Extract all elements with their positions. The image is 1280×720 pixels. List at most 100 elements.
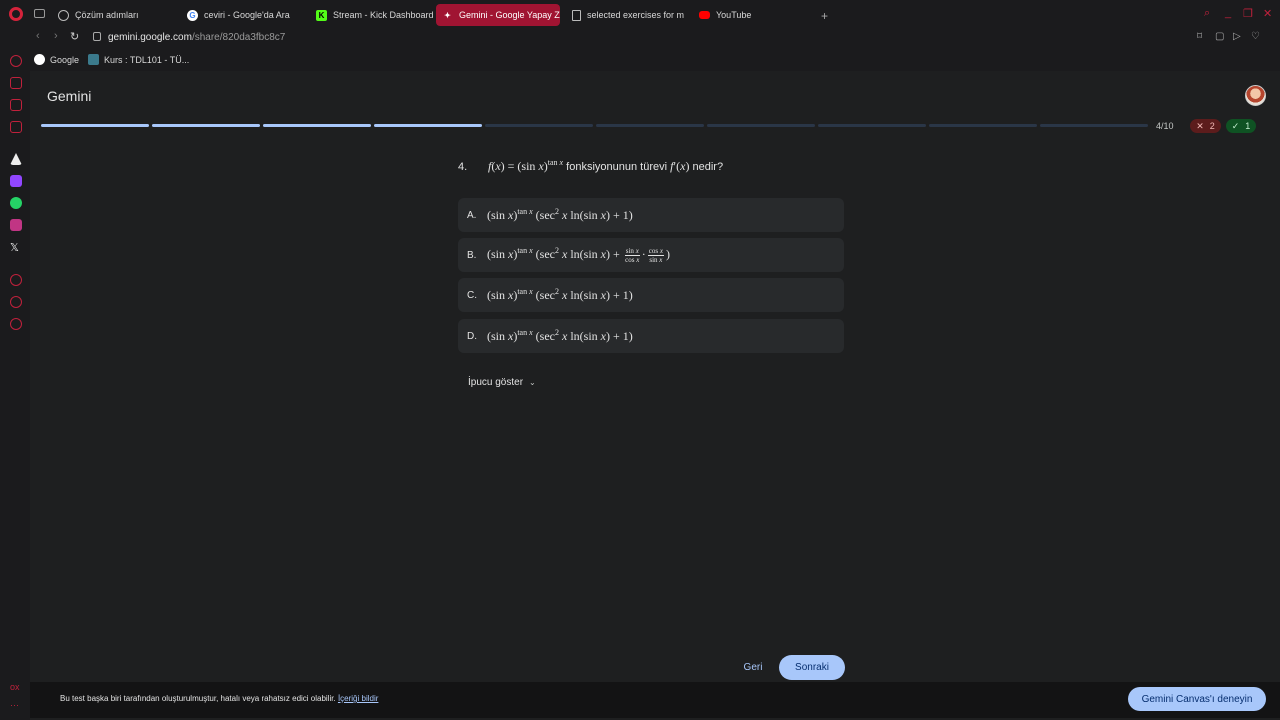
- tab-selected-exercises[interactable]: selected exercises for m: [566, 4, 686, 26]
- correct-answers-badge: ✓ 1: [1226, 119, 1256, 133]
- question-text: fonksiyonunun türevi: [566, 161, 668, 173]
- tab-label: YouTube: [716, 10, 752, 20]
- google-icon: G: [187, 9, 198, 21]
- option-letter: C.: [467, 289, 477, 301]
- question-formula: f(x) = (sin x)tan x: [488, 158, 564, 173]
- tab-gemini[interactable]: ✦ Gemini - Google Yapay Z: [436, 4, 560, 26]
- sidebar-status-text: ox: [10, 682, 20, 692]
- bookmark-google[interactable]: Google: [34, 54, 79, 65]
- progress-segment: [374, 124, 482, 127]
- shopping-icon[interactable]: [10, 77, 22, 89]
- workspaces-icon[interactable]: [34, 9, 45, 18]
- player-icon[interactable]: [10, 274, 22, 286]
- back-button[interactable]: Geri: [733, 656, 773, 678]
- tab-cozum-adimlari[interactable]: Çözüm adımları: [52, 4, 178, 26]
- sidebar-more-icon[interactable]: ···: [10, 700, 19, 710]
- bookmark-label: Google: [50, 54, 80, 65]
- progress-segment: [818, 124, 926, 127]
- search-icon[interactable]: ⌕: [1204, 7, 1210, 20]
- progress-segment: [929, 124, 1037, 127]
- option-letter: A.: [467, 209, 477, 221]
- aria-icon[interactable]: [10, 55, 22, 67]
- option-b[interactable]: B. (sin x)tan x (sec2 x ln(sin x) + sin …: [458, 238, 844, 272]
- bookmarks-bar: [0, 49, 1280, 71]
- hint-label: İpucu göster: [468, 377, 524, 388]
- x-icon: ✕: [1196, 120, 1204, 131]
- tab-ceviri[interactable]: G ceviri - Google'da Ara: [181, 4, 307, 26]
- progress-segment: [1040, 124, 1148, 127]
- next-button[interactable]: Sonraki: [779, 655, 845, 680]
- url-host: gemini.google.com: [108, 32, 192, 43]
- option-letter: D.: [467, 330, 477, 342]
- progress-segment: [152, 124, 260, 127]
- tab-label: ceviri - Google'da Ara: [204, 10, 290, 20]
- disclaimer-text: Bu test başka biri tarafından oluşturulm…: [60, 694, 336, 703]
- bookmark-kurs[interactable]: Kurs : TDL101 - TÜ...: [88, 54, 189, 65]
- url-path: /share/820da3fbc8c7: [191, 32, 286, 43]
- instagram-icon[interactable]: [10, 219, 22, 231]
- extensions-icon[interactable]: [10, 318, 22, 330]
- tab-youtube[interactable]: YouTube: [693, 4, 813, 26]
- option-formula: (sin x)tan x (sec2 x ln(sin x) + 1): [487, 287, 633, 302]
- google-icon: [34, 54, 45, 65]
- opera-sidebar: [0, 49, 30, 720]
- tab-label: Stream - Kick Dashboard: [333, 10, 434, 20]
- history-icon[interactable]: [10, 296, 22, 308]
- tab-label: selected exercises for m: [587, 10, 685, 20]
- option-a[interactable]: A. (sin x)tan x (sec2 x ln(sin x) + 1): [458, 198, 844, 232]
- youtube-icon: [699, 11, 710, 19]
- restore-icon[interactable]: ❐: [1243, 7, 1253, 20]
- progress-segment: [41, 124, 149, 127]
- messenger-icon[interactable]: [10, 99, 22, 111]
- heart-icon[interactable]: ♡: [1251, 31, 1260, 42]
- gemini-sparkle-icon: ✦: [444, 10, 451, 20]
- reload-icon[interactable]: ↻: [70, 30, 79, 43]
- correct-count: 1: [1245, 121, 1251, 131]
- document-icon: [572, 9, 581, 21]
- tab-label: Çözüm adımları: [75, 10, 139, 20]
- option-formula: (sin x)tan x (sec2 x ln(sin x) + 1): [487, 207, 633, 222]
- course-icon: [88, 54, 99, 65]
- tab-kick[interactable]: K Stream - Kick Dashboard: [310, 4, 434, 26]
- new-tab-icon[interactable]: +: [821, 9, 828, 23]
- lock-icon: [93, 32, 101, 41]
- close-icon[interactable]: ✕: [1263, 7, 1272, 20]
- progress-segment: [485, 124, 593, 127]
- progress-segment: [263, 124, 371, 127]
- wrong-answers-badge: ✕ 2: [1190, 119, 1221, 133]
- minimize-icon[interactable]: _: [1225, 7, 1231, 19]
- url-field[interactable]: gemini.google.com/share/820da3fbc8c7: [108, 32, 285, 43]
- x-icon[interactable]: 𝕏: [10, 241, 22, 254]
- whatsapp-icon[interactable]: [10, 197, 22, 209]
- progress-segment: [596, 124, 704, 127]
- app-title: Gemini: [47, 88, 92, 104]
- option-formula: (sin x)tan x (sec2 x ln(sin x) + 1): [487, 328, 633, 343]
- option-formula: (sin x)tan x (sec2 x ln(sin x) + sin x co…: [487, 246, 670, 264]
- question-number: 4.: [458, 161, 468, 173]
- opera-menu-icon[interactable]: [9, 7, 23, 21]
- snapshot-icon[interactable]: ▢: [1215, 31, 1224, 42]
- bookmark-icon[interactable]: ⌑: [1197, 31, 1202, 42]
- quiz-progress-bar: [41, 124, 1148, 127]
- option-d[interactable]: D. (sin x)tan x (sec2 x ln(sin x) + 1): [458, 319, 844, 353]
- kick-icon: K: [316, 9, 327, 21]
- bookmark-label: Kurs : TDL101 - TÜ...: [104, 54, 190, 65]
- back-icon[interactable]: ‹: [36, 30, 40, 42]
- send-icon[interactable]: ▷: [1233, 31, 1241, 42]
- derivative-formula: f′(x): [670, 159, 690, 173]
- option-letter: B.: [467, 249, 477, 261]
- try-canvas-button[interactable]: Gemini Canvas'ı deneyin: [1128, 687, 1266, 711]
- twitch-icon[interactable]: [10, 175, 22, 187]
- progress-segment: [707, 124, 815, 127]
- wrong-count: 2: [1209, 121, 1215, 131]
- report-content-link[interactable]: İçeriği bildir: [338, 694, 378, 703]
- news-icon[interactable]: [10, 121, 22, 133]
- question-tail: nedir?: [692, 161, 724, 173]
- option-c[interactable]: C. (sin x)tan x (sec2 x ln(sin x) + 1): [458, 278, 844, 312]
- check-icon: ✓: [1231, 120, 1240, 131]
- show-hint-button[interactable]: İpucu göster ⌄: [468, 377, 536, 388]
- avatar[interactable]: [1245, 85, 1266, 106]
- chevron-down-icon: ⌄: [529, 378, 536, 387]
- forward-icon[interactable]: ›: [54, 30, 58, 42]
- question: 4. f(x) = (sin x)tan x fonksiyonunun tür…: [458, 158, 723, 174]
